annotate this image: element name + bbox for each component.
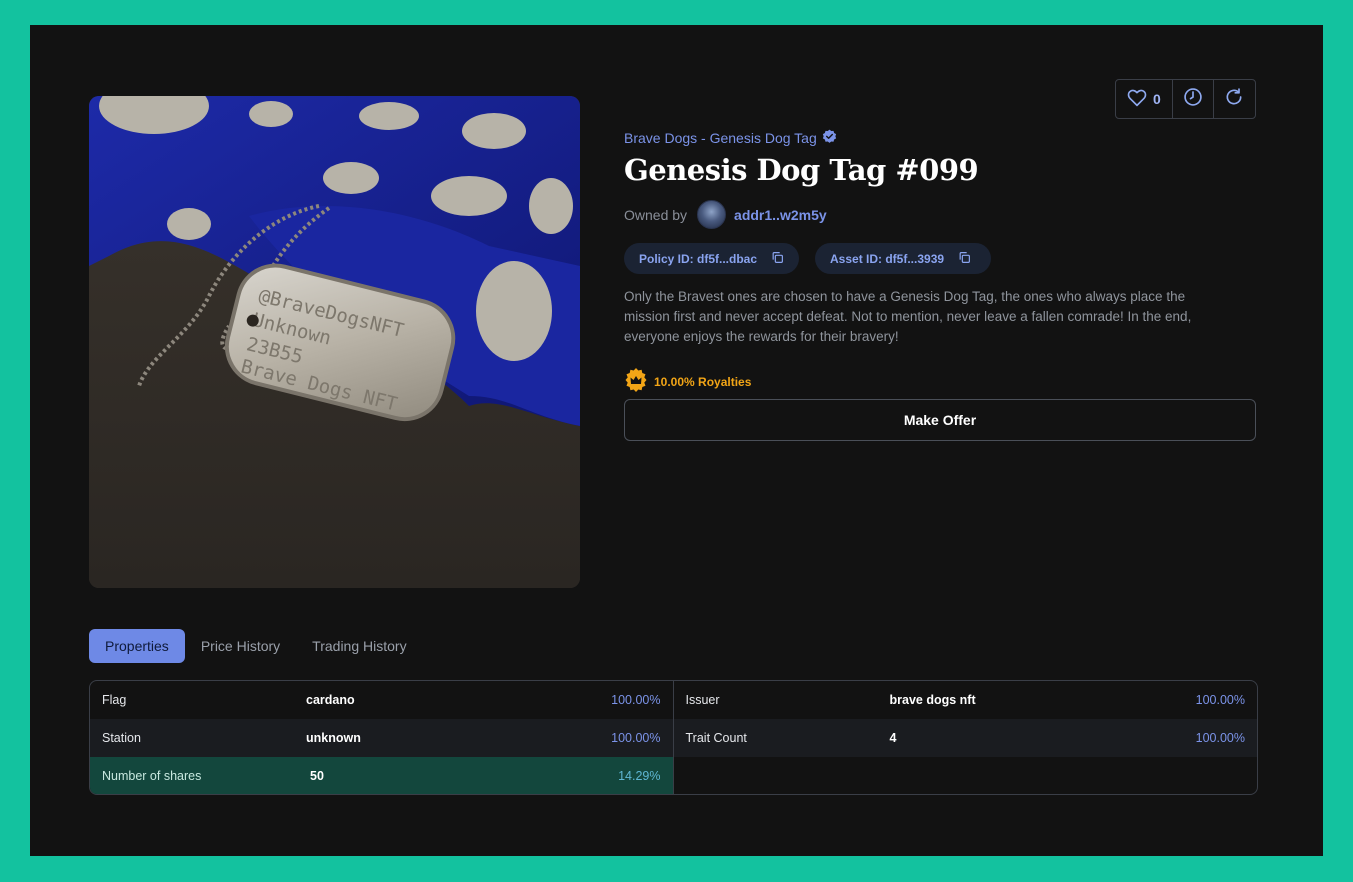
owner-row: Owned by addr1..w2m5y: [624, 200, 827, 229]
properties-right-column: Issuer brave dogs nft 100.00% Trait Coun…: [673, 681, 1258, 794]
policy-id-text: Policy ID: df5f...dbac: [639, 251, 758, 266]
clock-icon: [1183, 87, 1203, 112]
property-key: Station: [102, 731, 141, 745]
nft-image[interactable]: @BraveDogsNFT Unknown 23B55 Brave Dogs N…: [89, 96, 580, 588]
property-row-station[interactable]: Station unknown 100.00%: [90, 719, 673, 757]
property-value: brave dogs nft: [889, 693, 976, 707]
crown-icon: [624, 368, 648, 395]
collection-link[interactable]: Brave Dogs - Genesis Dog Tag: [624, 129, 837, 147]
property-rarity: 14.29%: [618, 769, 661, 783]
dog-tag-photo: @BraveDogsNFT Unknown 23B55 Brave Dogs N…: [89, 96, 580, 588]
copy-icon[interactable]: [771, 251, 784, 267]
watch-button[interactable]: [1173, 80, 1214, 118]
property-value: unknown: [306, 731, 361, 745]
tab-price-history[interactable]: Price History: [185, 629, 296, 663]
property-row-trait-count[interactable]: Trait Count 4 100.00%: [673, 719, 1257, 757]
royalties-badge: 10.00% Royalties: [624, 368, 751, 395]
owner-address-link[interactable]: addr1..w2m5y: [734, 207, 827, 223]
collection-name: Brave Dogs - Genesis Dog Tag: [624, 130, 817, 146]
make-offer-button[interactable]: Make Offer: [624, 399, 1256, 441]
like-button[interactable]: 0: [1116, 80, 1173, 118]
detail-tabs: Properties Price History Trading History: [89, 629, 423, 663]
property-rarity: 100.00%: [611, 731, 661, 745]
property-value: 4: [889, 731, 897, 745]
action-buttons: 0: [1115, 79, 1256, 119]
owned-by-label: Owned by: [624, 206, 688, 223]
property-rarity: 100.00%: [611, 693, 661, 707]
refresh-icon: [1224, 87, 1244, 112]
property-key: Number of shares: [102, 769, 202, 783]
property-key: Issuer: [685, 693, 720, 707]
copy-icon[interactable]: [958, 251, 971, 267]
property-value: cardano: [306, 693, 355, 707]
property-value: 50: [310, 769, 324, 783]
policy-id-pill[interactable]: Policy ID: df5f...dbac: [624, 243, 799, 274]
property-rarity: 100.00%: [1195, 731, 1245, 745]
property-key: Flag: [102, 693, 127, 707]
property-rarity: 100.00%: [1195, 693, 1245, 707]
property-key: Trait Count: [685, 731, 747, 745]
verified-badge-icon: [822, 129, 837, 147]
nft-detail-panel: @BraveDogsNFT Unknown 23B55 Brave Dogs N…: [30, 25, 1323, 856]
like-count: 0: [1152, 91, 1161, 107]
asset-id-text: Asset ID: df5f...3939: [830, 251, 945, 266]
heart-icon: [1127, 89, 1147, 110]
properties-table: Flag cardano 100.00% Station unknown 100…: [89, 680, 1258, 795]
tab-properties[interactable]: Properties: [89, 629, 185, 663]
owner-avatar[interactable]: [697, 200, 727, 229]
nft-title: Genesis Dog Tag #099: [624, 153, 979, 187]
property-row-flag[interactable]: Flag cardano 100.00%: [90, 681, 673, 719]
royalties-text: 10.00% Royalties: [654, 374, 752, 389]
tab-trading-history[interactable]: Trading History: [296, 629, 422, 663]
property-row-number-of-shares[interactable]: Number of shares 50 14.29%: [90, 757, 673, 794]
properties-left-column: Flag cardano 100.00% Station unknown 100…: [90, 681, 674, 794]
property-row-issuer[interactable]: Issuer brave dogs nft 100.00%: [674, 681, 1258, 719]
asset-id-pill[interactable]: Asset ID: df5f...3939: [815, 243, 991, 274]
nft-description: Only the Bravest ones are chosen to have…: [624, 289, 1192, 344]
refresh-button[interactable]: [1214, 80, 1255, 118]
